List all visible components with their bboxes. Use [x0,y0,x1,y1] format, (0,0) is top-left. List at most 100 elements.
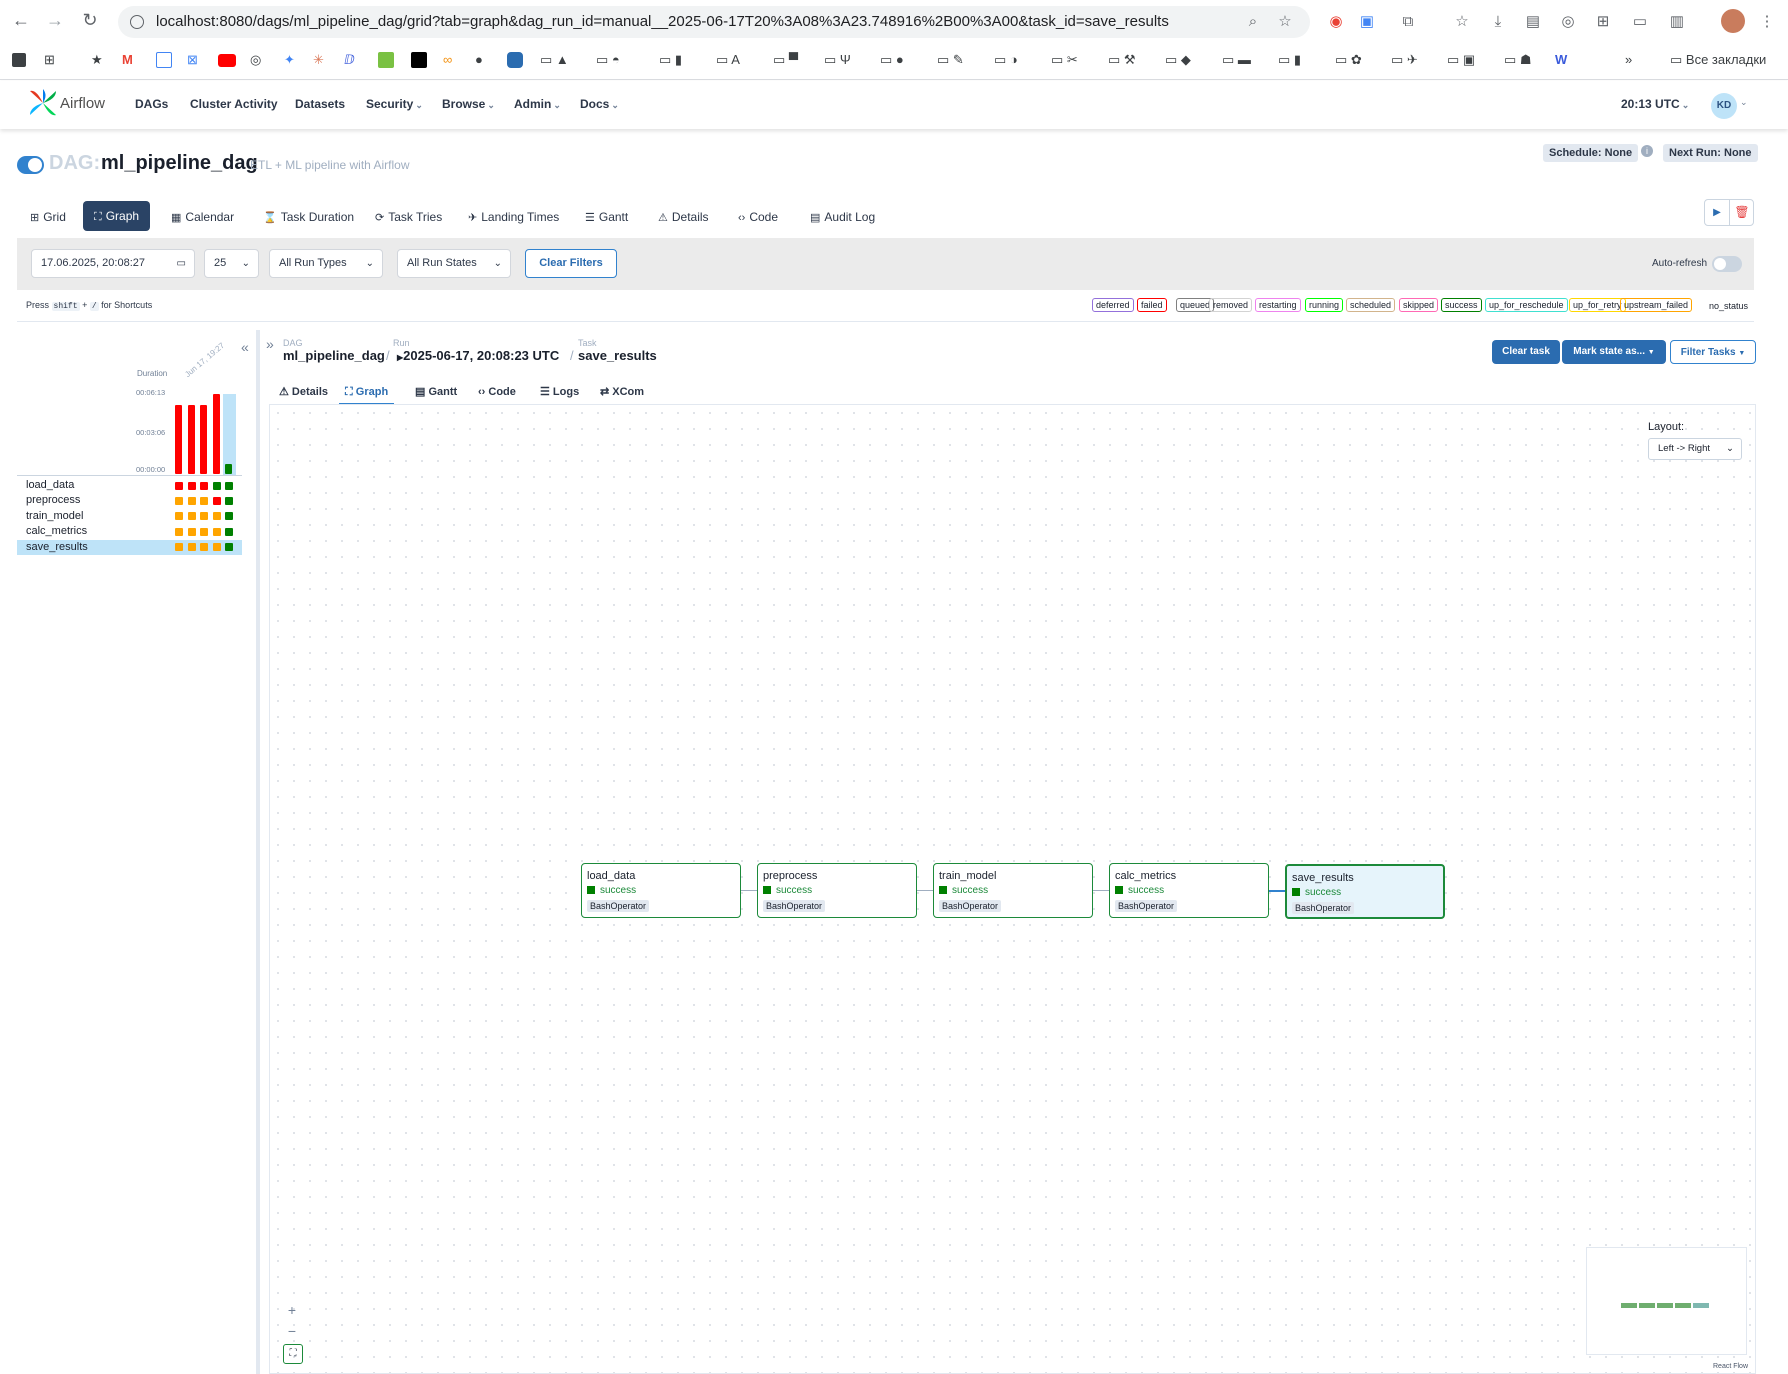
clear-task-button[interactable]: Clear task [1492,340,1560,364]
tab-task-duration[interactable]: ⌛ Task Duration [257,204,360,230]
folder-icon-6[interactable]: ▭ ✎ [937,50,964,70]
graph-node-preprocess[interactable]: preprocess success BashOperator [757,863,917,918]
star-bookmark-icon[interactable]: ★ [91,50,103,70]
folder-icon-10[interactable]: ▭ ◆ [1165,50,1191,70]
folder-icon-2[interactable]: ▭ ◓ [596,50,620,70]
tab-graph[interactable]: ⛶ Graph [83,201,151,231]
github-icon[interactable]: ● [475,50,483,70]
legend-success[interactable]: success [1441,298,1482,312]
subtab-details[interactable]: ⚠ Details [279,381,328,403]
task-instance-square[interactable] [187,512,196,521]
reading-list-icon[interactable]: ☆ [1452,12,1472,32]
folder-icon-3[interactable]: ▭ ▮ [659,50,682,70]
nav-datasets[interactable]: Datasets [295,97,345,111]
mark-state-button[interactable]: Mark state as... ▼ [1562,340,1666,364]
duration-bar[interactable] [200,405,207,474]
duration-bar[interactable] [225,464,232,474]
folder-icon-9[interactable]: ▭ ⚒ [1108,50,1136,70]
brand-name[interactable]: Airflow [60,95,105,112]
legend-no-status[interactable]: no_status [1705,299,1752,313]
folder-icon-11[interactable]: ▭ ▬ [1222,50,1251,70]
utc-clock[interactable]: 20:13 UTC [1621,97,1689,111]
folder-icon-12[interactable]: ▭ ▮ [1278,50,1301,70]
folder-icon-5[interactable]: ▭ ● [880,50,904,70]
task-instance-square[interactable] [187,481,196,490]
forward-icon[interactable]: → [43,10,67,31]
task-instance-square[interactable] [175,512,183,521]
more-bookmarks-icon[interactable]: » [1625,50,1632,70]
download-icon[interactable]: ⤓ [1488,12,1508,32]
folder-icon-8[interactable]: ▭ ✂ [1051,50,1078,70]
task-instance-square[interactable] [225,496,233,505]
zoom-in-button[interactable]: + [283,1301,301,1319]
legend-skipped[interactable]: skipped [1399,298,1439,312]
breadcrumb-dag[interactable]: ml_pipeline_dag [283,348,385,363]
folder-icon-4[interactable]: ▭ ▀ [773,50,798,70]
nav-dags[interactable]: DAGs [135,97,168,111]
task-row-calc-metrics[interactable]: calc_metrics [17,524,242,539]
filter-tasks-button[interactable]: Filter Tasks ▼ [1670,340,1756,364]
breadcrumb-run[interactable]: ▶2025-06-17, 20:08:23 UTC [397,348,559,363]
nav-security[interactable]: Security [366,97,423,111]
task-instance-square[interactable] [187,543,196,552]
all-bookmarks[interactable]: ▭ Все закладки [1670,50,1766,70]
date-filter-input[interactable]: 17.06.2025, 20:08:27 ▭ [31,249,195,278]
folder-icon-1[interactable]: ▭ ▲ [540,50,569,70]
zoom-icon[interactable]: ⌕ [1243,12,1263,32]
tab-details[interactable]: ⚠ Details [652,204,715,230]
trigger-dag-icon[interactable]: ▶ [1705,200,1730,225]
minimap[interactable] [1586,1247,1747,1355]
openai-icon[interactable]: ◎ [250,50,261,70]
graph-node-save-results[interactable]: save_results success BashOperator [1285,864,1445,919]
zoom-out-button[interactable]: − [283,1322,301,1340]
graph-node-calc-metrics[interactable]: calc_metrics success BashOperator [1109,863,1269,918]
nav-docs[interactable]: Docs [580,97,619,111]
task-instance-square[interactable] [225,527,233,536]
legend-up-for-retry[interactable]: up_for_retry [1569,298,1626,312]
breadcrumb-task[interactable]: save_results [578,348,657,363]
task-instance-square[interactable] [175,527,183,536]
bookmark-star-icon[interactable]: ☆ [1275,12,1295,32]
folder-icon-15[interactable]: ▭ ▣ [1447,50,1475,70]
claude-icon[interactable]: ✳ [313,50,324,70]
subtab-graph[interactable]: ⛶ Graph [339,381,395,405]
fit-view-icon[interactable]: ⛶ [283,1344,303,1364]
task-instance-square[interactable] [212,481,221,490]
extensions-icon[interactable]: ⧉ [1398,12,1418,32]
task-instance-square[interactable] [200,496,208,505]
subtab-code[interactable]: ‹› Code [478,381,516,403]
history-icon[interactable]: ▤ [1523,12,1543,32]
task-instance-square[interactable] [200,527,208,536]
run-limit-select[interactable]: 25 ⌄ [204,249,259,278]
panel-resize-handle[interactable] [256,330,260,1374]
bookmark-icon-a[interactable]: ⅅ [344,50,355,70]
graph-node-load-data[interactable]: load_data success BashOperator [581,863,741,918]
task-instance-square[interactable] [200,512,208,521]
delete-dag-icon[interactable]: 🗑 [1730,200,1754,225]
gemini-icon[interactable]: ✦ [284,50,295,70]
task-instance-square[interactable] [212,496,221,505]
bookmark-w[interactable]: W [1555,50,1567,70]
run-types-select[interactable]: All Run Types ⌄ [269,249,383,278]
legend-restarting[interactable]: restarting [1255,298,1301,312]
site-info-icon[interactable] [130,15,144,29]
legend-removed[interactable]: removed [1209,298,1253,312]
tab-task-tries[interactable]: ⟳ Task Tries [369,204,448,230]
tab-gantt[interactable]: ☰ Gantt [579,204,634,230]
task-row-load-data[interactable]: load_data [17,478,242,493]
nav-admin[interactable]: Admin [514,97,561,111]
auto-refresh-toggle[interactable] [1712,256,1742,272]
task-instance-square[interactable] [212,543,221,552]
legend-upstream-failed[interactable]: upstream_failed [1620,298,1693,312]
cast-icon[interactable]: ▭ [1630,12,1650,32]
task-instance-square[interactable] [187,496,196,505]
task-row-train-model[interactable]: train_model [17,509,242,524]
tab-code[interactable]: ‹› Code [732,204,784,230]
task-instance-square[interactable] [212,512,221,521]
translate-page-icon[interactable]: ⊞ [1593,12,1613,32]
notion-icon[interactable] [411,52,427,68]
task-instance-square[interactable] [175,543,183,552]
user-avatar[interactable]: KD [1711,93,1737,119]
task-instance-square[interactable] [175,496,183,505]
info-icon[interactable]: i [1641,145,1653,157]
